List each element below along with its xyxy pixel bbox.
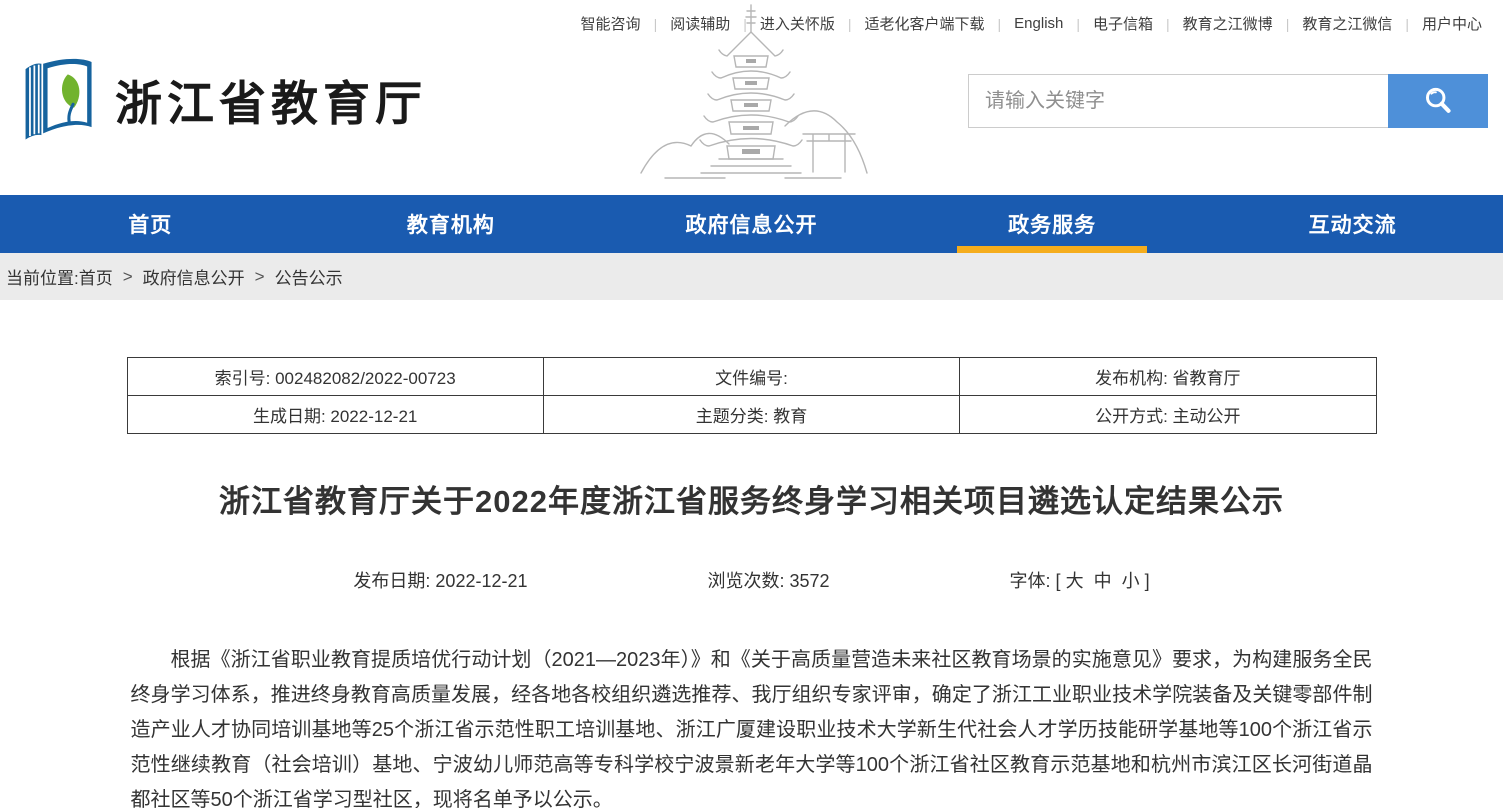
breadcrumb-separator: >: [123, 267, 133, 287]
nav-item-government-services[interactable]: 政务服务: [902, 195, 1203, 253]
table-row: 生成日期: 2022-12-21 主题分类: 教育 公开方式: 主动公开: [127, 396, 1376, 434]
topbar-link-reading-assist[interactable]: 阅读辅助: [657, 13, 743, 34]
active-tab-indicator: [957, 246, 1147, 253]
site-header: 智能咨询 | 阅读辅助 | 进入关怀版 | 适老化客户端下载 | English…: [0, 0, 1503, 195]
nav-item-label: 教育机构: [407, 209, 495, 239]
search-bar: [968, 74, 1488, 128]
nav-item-institutions[interactable]: 教育机构: [301, 195, 602, 253]
breadcrumb: 当前位置: 首页 > 政府信息公开 > 公告公示: [0, 253, 1503, 300]
breadcrumb-prefix: 当前位置:: [6, 264, 79, 289]
nav-item-label: 政务服务: [1008, 209, 1096, 239]
nav-item-home[interactable]: 首页: [0, 195, 301, 253]
meta-cell-doc-number: 文件编号:: [543, 358, 959, 396]
breadcrumb-link-info-disclosure[interactable]: 政府信息公开: [143, 264, 245, 289]
meta-cell-publicity-method: 公开方式: 主动公开: [960, 396, 1376, 434]
topbar-link-weibo[interactable]: 教育之江微博: [1170, 13, 1286, 34]
topbar-link-wechat[interactable]: 教育之江微信: [1289, 13, 1405, 34]
article-paragraph: 根据《浙江省职业教育提质培优行动计划（2021—2023年）》和《关于高质量营造…: [127, 643, 1377, 808]
topbar-link-elder-client-download[interactable]: 适老化客户端下载: [852, 13, 998, 34]
document-meta-table: 索引号: 002482082/2022-00723 文件编号: 发布机构: 省教…: [127, 357, 1377, 434]
table-row: 索引号: 002482082/2022-00723 文件编号: 发布机构: 省教…: [127, 358, 1376, 396]
search-button[interactable]: [1388, 74, 1488, 128]
topbar-link-smart-consult[interactable]: 智能咨询: [568, 13, 654, 34]
view-count: 浏览次数: 3572: [708, 567, 830, 593]
article-meta-row: 发布日期: 2022-12-21 浏览次数: 3572 字体: [大中小]: [127, 567, 1377, 593]
font-size-bracket-close: ]: [1145, 571, 1150, 591]
font-size-large[interactable]: 大: [1066, 571, 1084, 591]
font-size-label: 字体: [: [1010, 571, 1061, 591]
meta-cell-create-date: 生成日期: 2022-12-21: [127, 396, 543, 434]
publish-date: 发布日期: 2022-12-21: [353, 567, 527, 593]
article-title: 浙江省教育厅关于2022年度浙江省服务终身学习相关项目遴选认定结果公示: [127, 476, 1377, 521]
font-size-small[interactable]: 小: [1122, 571, 1140, 591]
breadcrumb-link-announcements[interactable]: 公告公示: [275, 264, 343, 289]
logo-book-leaf-icon: [15, 55, 103, 143]
nav-item-interaction[interactable]: 互动交流: [1202, 195, 1503, 253]
font-size-control: 字体: [大中小]: [1010, 567, 1150, 593]
meta-cell-topic-category: 主题分类: 教育: [543, 396, 959, 434]
site-logo[interactable]: 浙江省教育厅: [15, 55, 427, 143]
topbar: 智能咨询 | 阅读辅助 | 进入关怀版 | 适老化客户端下载 | English…: [568, 13, 1495, 34]
topbar-link-english[interactable]: English: [1001, 15, 1076, 32]
topbar-link-email[interactable]: 电子信箱: [1080, 13, 1166, 34]
meta-cell-publisher: 发布机构: 省教育厅: [960, 358, 1376, 396]
main-nav: 首页 教育机构 政府信息公开 政务服务 互动交流: [0, 195, 1503, 253]
breadcrumb-link-home[interactable]: 首页: [79, 264, 113, 289]
font-size-medium[interactable]: 中: [1094, 571, 1112, 591]
nav-item-label: 互动交流: [1309, 209, 1397, 239]
nav-item-info-disclosure[interactable]: 政府信息公开: [601, 195, 902, 253]
topbar-link-care-mode[interactable]: 进入关怀版: [747, 13, 848, 34]
nav-item-label: 政府信息公开: [685, 209, 817, 239]
search-icon: [1422, 85, 1454, 117]
breadcrumb-separator: >: [255, 267, 265, 287]
topbar-link-user-center[interactable]: 用户中心: [1409, 13, 1495, 34]
meta-cell-index-number: 索引号: 002482082/2022-00723: [127, 358, 543, 396]
search-input[interactable]: [968, 74, 1388, 128]
site-name: 浙江省教育厅: [115, 65, 427, 134]
nav-item-label: 首页: [128, 209, 172, 239]
article-content: 索引号: 002482082/2022-00723 文件编号: 发布机构: 省教…: [127, 357, 1377, 808]
